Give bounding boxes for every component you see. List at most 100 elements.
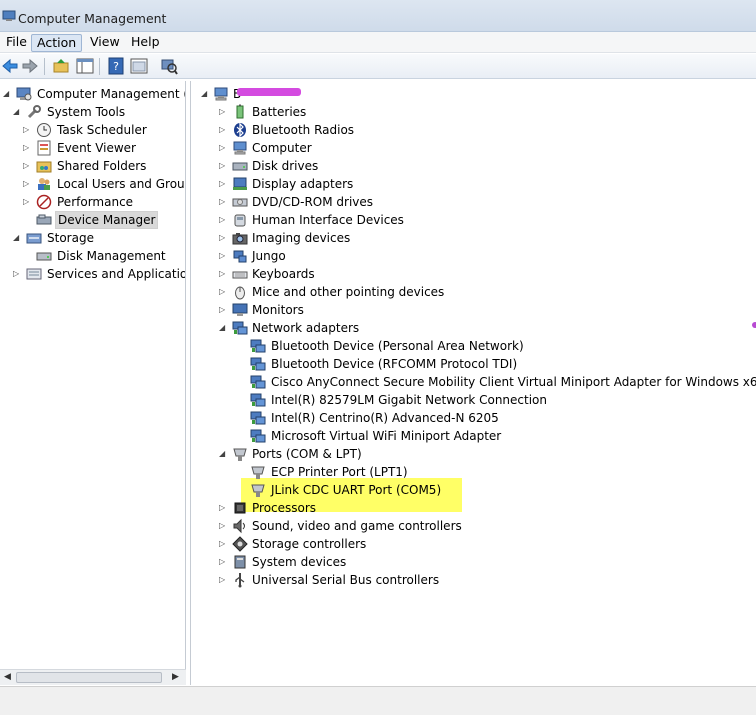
device-item[interactable]: Intel(R) Centrino(R) Advanced-N 6205 [191, 409, 756, 427]
show-hide-tree-icon[interactable] [76, 57, 94, 75]
expand-arrow-icon[interactable]: ▷ [219, 288, 227, 296]
collapse-arrow-icon[interactable]: ◢ [13, 234, 21, 242]
expand-arrow-icon[interactable]: ▷ [23, 180, 31, 188]
device-item[interactable]: Cisco AnyConnect Secure Mobility Client … [191, 373, 756, 391]
expand-arrow-icon[interactable]: ▷ [23, 144, 31, 152]
device-category-dvd-cd-rom-drives[interactable]: ▷ DVD/CD-ROM drives [191, 193, 756, 211]
expand-arrow-icon[interactable]: ▷ [219, 216, 227, 224]
expand-arrow-icon[interactable]: ▷ [23, 198, 31, 206]
properties-icon[interactable] [130, 57, 148, 75]
expand-arrow-icon[interactable]: ▷ [219, 252, 227, 260]
scan-hardware-icon[interactable] [160, 57, 178, 75]
collapse-arrow-icon[interactable]: ◢ [219, 324, 227, 332]
device-item[interactable]: Bluetooth Device (RFCOMM Protocol TDI) [191, 355, 756, 373]
tree-item-label: Bluetooth Device (RFCOMM Protocol TDI) [271, 357, 518, 371]
nav-item-disk-management[interactable]: Disk Management [0, 247, 185, 265]
expand-arrow-icon[interactable]: ▷ [219, 504, 227, 512]
nav-item-services[interactable]: ▷ Services and Applications [0, 265, 185, 283]
network-adapter-icon [250, 393, 266, 407]
back-arrow-icon[interactable] [1, 57, 19, 75]
device-category-computer[interactable]: ▷ Computer [191, 139, 756, 157]
nav-item-performance[interactable]: ▷ Performance [0, 193, 185, 211]
expand-arrow-icon[interactable]: ▷ [219, 198, 227, 206]
nav-item-shared-folders[interactable]: ▷ Shared Folders [0, 157, 185, 175]
collapse-arrow-icon[interactable]: ◢ [201, 90, 209, 98]
expand-arrow-icon[interactable]: ▷ [23, 126, 31, 134]
horizontal-scrollbar[interactable]: ◀ ▶ [0, 669, 186, 685]
expand-arrow-icon[interactable]: ▷ [219, 162, 227, 170]
expand-arrow-icon[interactable]: ▷ [219, 234, 227, 242]
device-tree-panel: ◢B▷Batteries▷Bluetooth Radios▷Computer▷D… [190, 81, 756, 685]
tree-item-label: Monitors [252, 303, 304, 317]
up-folder-icon[interactable] [52, 57, 70, 75]
nav-item-computer-management[interactable]: ◢ Computer Management (Local [0, 85, 185, 103]
tree-item-label: Microsoft Virtual WiFi Miniport Adapter [271, 429, 502, 443]
expand-arrow-icon[interactable]: ▷ [13, 270, 21, 278]
forward-arrow-icon[interactable] [21, 57, 39, 75]
menu-help[interactable]: Help [126, 34, 165, 52]
collapse-arrow-icon[interactable]: ◢ [3, 90, 11, 98]
computer-management-icon [2, 10, 16, 21]
nav-item-storage[interactable]: ◢ Storage [0, 229, 185, 247]
tree-item-label: Local Users and Groups [57, 177, 186, 191]
keyboard-icon [232, 271, 248, 279]
device-category-processors[interactable]: ▷ Processors [191, 499, 756, 517]
expand-arrow-icon[interactable]: ▷ [219, 558, 227, 566]
nav-item-task-scheduler[interactable]: ▷ Task Scheduler [0, 121, 185, 139]
battery-icon [236, 104, 244, 119]
scroll-left-icon[interactable]: ◀ [4, 672, 11, 682]
device-category-batteries[interactable]: ▷ Batteries [191, 103, 756, 121]
device-category-system-devices[interactable]: ▷ System devices [191, 553, 756, 571]
device-category-mice-and-other-pointing-devices[interactable]: ▷ Mice and other pointing devices [191, 283, 756, 301]
device-item[interactable]: Intel(R) 82579LM Gigabit Network Connect… [191, 391, 756, 409]
nav-item-system-tools[interactable]: ◢ System Tools [0, 103, 185, 121]
help-icon[interactable]: ? [107, 57, 125, 75]
device-category-monitors[interactable]: ▷ Monitors [191, 301, 756, 319]
menu-file[interactable]: File [1, 34, 32, 52]
expand-arrow-icon[interactable]: ▷ [219, 108, 227, 116]
bluetooth-icon [234, 122, 246, 138]
device-category-display-adapters[interactable]: ▷ Display adapters [191, 175, 756, 193]
tree-item-label: Disk drives [252, 159, 319, 173]
device-category-storage-controllers[interactable]: ▷ Storage controllers [191, 535, 756, 553]
scroll-right-icon[interactable]: ▶ [172, 672, 179, 682]
expand-arrow-icon[interactable]: ▷ [219, 180, 227, 188]
device-item[interactable]: Microsoft Virtual WiFi Miniport Adapter [191, 427, 756, 445]
nav-item-users-groups[interactable]: ▷ Local Users and Groups [0, 175, 185, 193]
device-item[interactable]: ECP Printer Port (LPT1) [191, 463, 756, 481]
tree-item-label: Storage controllers [252, 537, 367, 551]
device-category-universal-serial-bus-controllers[interactable]: ▷ Universal Serial Bus controllers [191, 571, 756, 589]
expand-arrow-icon[interactable]: ▷ [219, 270, 227, 278]
expand-arrow-icon[interactable]: ▷ [219, 522, 227, 530]
device-item[interactable]: JLink CDC UART Port (COM5) [191, 481, 756, 499]
device-item[interactable]: Bluetooth Device (Personal Area Network) [191, 337, 756, 355]
device-category-human-interface-devices[interactable]: ▷ Human Interface Devices [191, 211, 756, 229]
device-category-bluetooth-radios[interactable]: ▷ Bluetooth Radios [191, 121, 756, 139]
device-category-disk-drives[interactable]: ▷ Disk drives [191, 157, 756, 175]
hid-icon [234, 214, 246, 227]
event-viewer-icon [37, 140, 51, 156]
expand-arrow-icon[interactable]: ▷ [219, 126, 227, 134]
users-groups-icon [38, 178, 50, 190]
expand-arrow-icon[interactable]: ▷ [219, 306, 227, 314]
menu-view[interactable]: View [85, 34, 125, 52]
device-category-ports-com-lpt[interactable]: ◢ Ports (COM & LPT) [191, 445, 756, 463]
device-category-keyboards[interactable]: ▷ Keyboards [191, 265, 756, 283]
expand-arrow-icon[interactable]: ▷ [219, 540, 227, 548]
collapse-arrow-icon[interactable]: ◢ [219, 450, 227, 458]
nav-item-event-viewer[interactable]: ▷ Event Viewer [0, 139, 185, 157]
expand-arrow-icon[interactable]: ▷ [219, 144, 227, 152]
menu-action[interactable]: Action [31, 34, 83, 52]
device-category-imaging-devices[interactable]: ▷ Imaging devices [191, 229, 756, 247]
expand-arrow-icon[interactable]: ▷ [219, 576, 227, 584]
nav-item-device-manager[interactable]: Device Manager [0, 211, 185, 229]
tree-item-label: Display adapters [252, 177, 354, 191]
scroll-thumb[interactable] [16, 672, 162, 683]
collapse-arrow-icon[interactable]: ◢ [13, 108, 21, 116]
device-category-jungo[interactable]: ▷ Jungo [191, 247, 756, 265]
status-bar [0, 686, 756, 715]
device-category-sound-video-and-game-controllers[interactable]: ▷ Sound, video and game controllers [191, 517, 756, 535]
expand-arrow-icon[interactable]: ▷ [23, 162, 31, 170]
port-icon [251, 466, 265, 479]
device-category-network-adapters[interactable]: ◢ Network adapters [191, 319, 756, 337]
